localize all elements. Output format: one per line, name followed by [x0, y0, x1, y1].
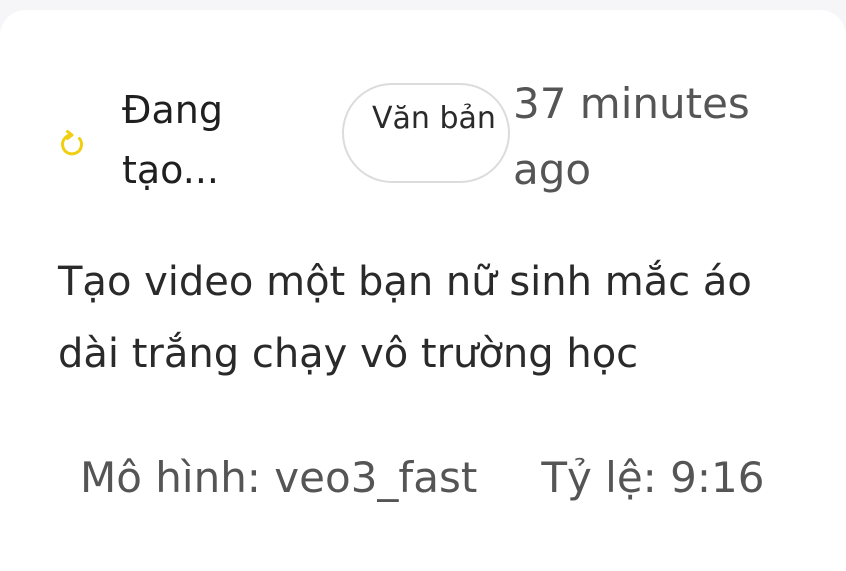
model-info: Mô hình: veo3_fast [80, 453, 478, 502]
loading-spinner-icon [58, 129, 88, 159]
aspect-ratio-info: Tỷ lệ: 9:16 [541, 453, 765, 502]
meta-row: Mô hình: veo3_fast Tỷ lệ: 9:16 [80, 448, 765, 508]
task-card[interactable]: Đang tạo... Văn bản 37 minutes ago Tạo v… [0, 10, 846, 571]
prompt-text: Tạo video một bạn nữ sinh mắc áo dài trắ… [58, 259, 752, 377]
timestamp: 37 minutes ago [513, 79, 750, 194]
type-badge: Văn bản [342, 83, 510, 183]
status-label: Đang tạo... [122, 88, 223, 192]
